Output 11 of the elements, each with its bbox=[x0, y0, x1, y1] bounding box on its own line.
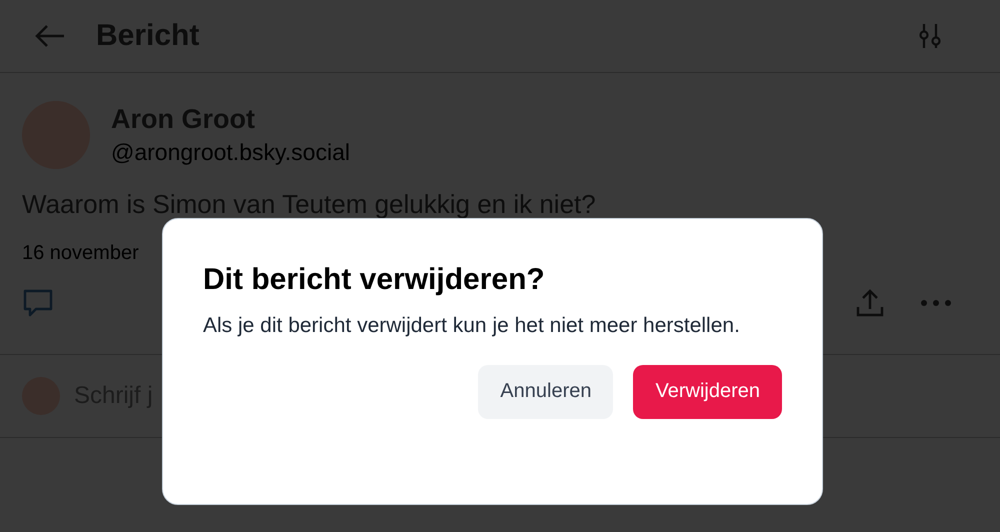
delete-button[interactable]: Verwijderen bbox=[633, 364, 782, 419]
dialog-message: Als je dit bericht verwijdert kun je het niet meer herstellen. bbox=[203, 313, 741, 339]
author-handle: @arongroot.bsky.social bbox=[111, 139, 350, 166]
sliders-icon[interactable] bbox=[918, 23, 942, 49]
back-arrow-icon[interactable] bbox=[34, 24, 66, 48]
cancel-button[interactable]: Annuleren bbox=[478, 364, 614, 419]
speech-bubble-icon[interactable] bbox=[22, 287, 54, 319]
dialog-title: Dit bericht verwijderen? bbox=[203, 263, 546, 297]
more-icon[interactable] bbox=[920, 298, 952, 308]
post-date: 16 november bbox=[22, 242, 140, 265]
share-icon[interactable] bbox=[854, 287, 886, 319]
